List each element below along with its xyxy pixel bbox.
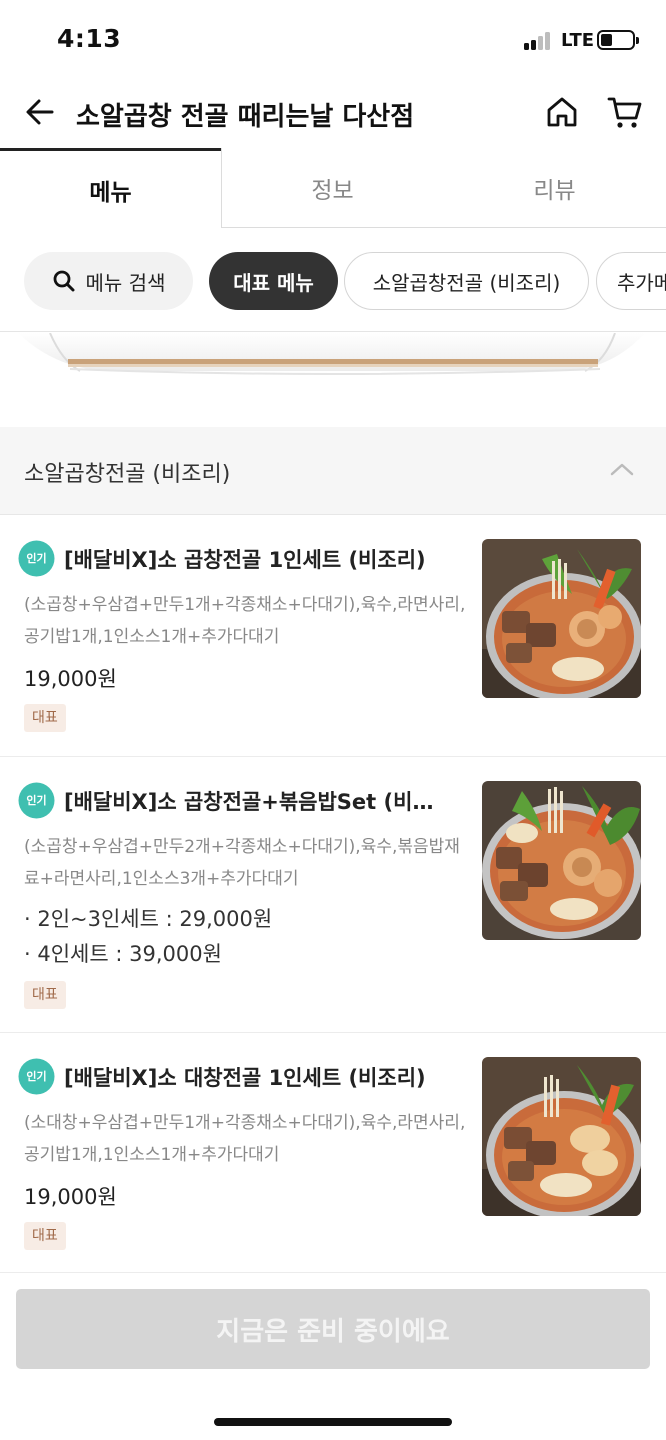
featured-dish-image xyxy=(0,333,666,427)
battery-icon xyxy=(597,30,639,50)
category-chips: 메뉴 검색 대표 메뉴 소알곱창전골 (비조리) 추가메 xyxy=(0,228,666,332)
item-photo xyxy=(482,1057,641,1216)
item-photo xyxy=(482,539,641,698)
item-option: · 2인~3인세트 : 29,000원 xyxy=(24,907,273,931)
tab-bar: 메뉴 정보 리뷰 xyxy=(0,148,666,228)
menu-search-label: 메뉴 검색 xyxy=(85,270,166,295)
menu-item[interactable]: 인기 [배달비X]소 대창전골 1인세트 (비조리) (소대창+우삼겹+만두1개… xyxy=(0,1033,666,1273)
featured-tag: 대표 xyxy=(24,981,66,1009)
tab-info[interactable]: 정보 xyxy=(221,148,443,228)
back-arrow-icon[interactable] xyxy=(24,96,56,128)
item-name: [배달비X]소 곱창전골 1인세트 (비조리) xyxy=(64,548,426,572)
chip-extra-menu[interactable]: 추가메 xyxy=(596,252,666,310)
featured-tag: 대표 xyxy=(24,1222,66,1250)
network-label: LTE xyxy=(561,30,595,51)
search-icon xyxy=(53,270,75,292)
order-button[interactable]: 지금은 준비 중이에요 xyxy=(16,1289,650,1369)
item-photo xyxy=(482,781,641,940)
home-indicator xyxy=(214,1418,452,1426)
featured-tag: 대표 xyxy=(24,704,66,732)
tab-menu[interactable]: 메뉴 xyxy=(0,148,221,228)
popular-badge: 인기 xyxy=(18,782,55,819)
item-name: [배달비X]소 곱창전골+볶음밥Set (비… xyxy=(64,790,434,814)
home-icon[interactable] xyxy=(544,94,580,130)
popular-badge: 인기 xyxy=(18,540,55,577)
chevron-up-icon xyxy=(608,459,636,479)
chip-category[interactable]: 소알곱창전골 (비조리) xyxy=(344,252,589,310)
menu-item[interactable]: 인기 [배달비X]소 곱창전골 1인세트 (비조리) (소곱창+우삼겹+만두1개… xyxy=(0,515,666,757)
chip-featured-menu[interactable]: 대표 메뉴 xyxy=(209,252,338,310)
status-time: 4:13 xyxy=(57,24,122,53)
signal-icon xyxy=(524,30,556,50)
menu-search-button[interactable]: 메뉴 검색 xyxy=(24,252,193,310)
item-description: (소곱창+우삼겹+만두1개+각종채소+다대기),육수,라면사리,공기밥1개,1인… xyxy=(24,595,466,647)
cart-icon[interactable] xyxy=(606,94,644,130)
status-bar: 4:13 LTE xyxy=(0,0,666,80)
menu-item[interactable]: 인기 [배달비X]소 곱창전골+볶음밥Set (비… (소곱창+우삼겹+만두2개… xyxy=(0,757,666,1033)
item-name: [배달비X]소 대창전골 1인세트 (비조리) xyxy=(64,1066,426,1090)
item-description: (소대창+우삼겹+만두1개+각종채소+다대기),육수,라면사리,공기밥1개,1인… xyxy=(24,1113,466,1165)
page-title: 소알곱창 전골 때리는날 다산점 xyxy=(76,102,415,132)
item-description: (소곱창+우삼겹+만두2개+각종채소+다대기),육수,볶음밥재료+라면사리,1인… xyxy=(24,837,460,889)
tab-reviews[interactable]: 리뷰 xyxy=(443,148,666,228)
item-option: · 4인세트 : 39,000원 xyxy=(24,942,222,966)
section-header[interactable]: 소알곱창전골 (비조리) xyxy=(0,427,666,515)
popular-badge: 인기 xyxy=(18,1058,55,1095)
header: 소알곱창 전골 때리는날 다산점 xyxy=(0,80,666,148)
section-title: 소알곱창전골 (비조리) xyxy=(24,462,231,487)
item-price: 19,000원 xyxy=(24,667,117,691)
item-price: 19,000원 xyxy=(24,1185,117,1209)
